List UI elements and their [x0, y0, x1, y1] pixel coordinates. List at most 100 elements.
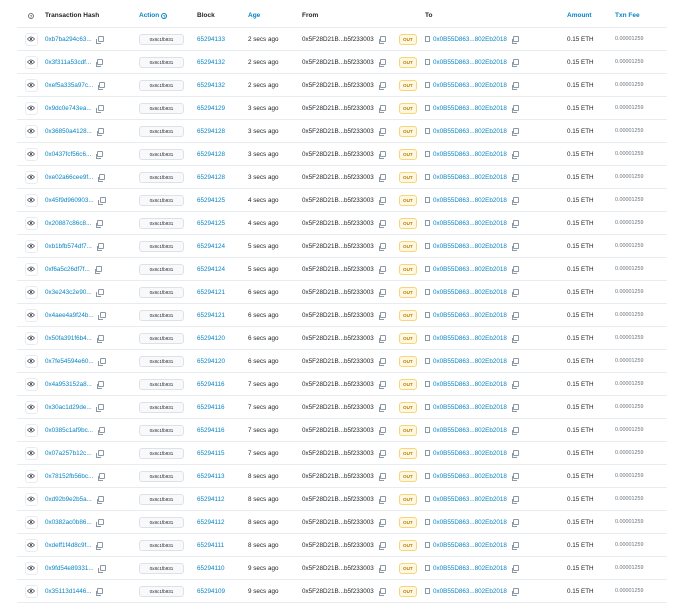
copy-icon[interactable]	[511, 565, 519, 573]
view-details-button[interactable]	[24, 239, 38, 253]
copy-icon[interactable]	[96, 404, 104, 412]
view-details-button[interactable]	[24, 32, 38, 46]
to-address-link[interactable]: 0x0B55D863...802Eb2018	[433, 174, 507, 181]
view-details-button[interactable]	[24, 285, 38, 299]
transaction-hash-link[interactable]: 0xe02a66cee9f...	[45, 174, 93, 181]
info-icon[interactable]: ?	[28, 12, 34, 19]
copy-icon[interactable]	[97, 427, 105, 435]
copy-icon[interactable]	[94, 266, 102, 274]
transaction-hash-link[interactable]: 0x30ac1d29de...	[45, 404, 92, 411]
to-address-link[interactable]: 0x0B55D863...802Eb2018	[433, 473, 507, 480]
transaction-hash-link[interactable]: 0x0385c1af9bc...	[45, 427, 93, 434]
view-details-button[interactable]	[24, 331, 38, 345]
to-address-link[interactable]: 0x0B55D863...802Eb2018	[433, 220, 507, 227]
copy-icon[interactable]	[511, 427, 519, 435]
action-info-icon[interactable]: ?	[161, 12, 168, 19]
block-link[interactable]: 65294133	[197, 28, 225, 50]
copy-icon[interactable]	[511, 128, 519, 136]
copy-icon[interactable]	[378, 128, 386, 136]
copy-icon[interactable]	[96, 496, 104, 504]
block-link[interactable]: 65294121	[197, 281, 225, 303]
to-address-link[interactable]: 0x0B55D863...802Eb2018	[433, 243, 507, 250]
block-link[interactable]: 65294129	[197, 97, 225, 119]
block-link[interactable]: 65294110	[197, 557, 225, 579]
to-address-link[interactable]: 0x0B55D863...802Eb2018	[433, 542, 507, 549]
to-address-link[interactable]: 0x0B55D863...802Eb2018	[433, 105, 507, 112]
copy-icon[interactable]	[96, 105, 104, 113]
copy-icon[interactable]	[96, 519, 104, 527]
copy-icon[interactable]	[378, 82, 386, 90]
copy-icon[interactable]	[511, 519, 519, 527]
to-address-link[interactable]: 0x0B55D863...802Eb2018	[433, 335, 507, 342]
block-link[interactable]: 65294116	[197, 419, 225, 441]
copy-icon[interactable]	[96, 289, 104, 297]
copy-icon[interactable]	[98, 174, 106, 182]
copy-icon[interactable]	[511, 82, 519, 90]
transaction-hash-link[interactable]: 0x9dc0e743ea...	[45, 105, 92, 112]
view-details-button[interactable]	[24, 515, 38, 529]
copy-icon[interactable]	[511, 473, 519, 481]
copy-icon[interactable]	[96, 151, 104, 159]
to-address-link[interactable]: 0x0B55D863...802Eb2018	[433, 266, 507, 273]
block-link[interactable]: 65294115	[197, 442, 225, 464]
transaction-hash-link[interactable]: 0x45f9d960903...	[45, 197, 94, 204]
to-address-link[interactable]: 0x0B55D863...802Eb2018	[433, 358, 507, 365]
copy-icon[interactable]	[96, 335, 104, 343]
view-details-button[interactable]	[24, 561, 38, 575]
copy-icon[interactable]	[378, 542, 386, 550]
transaction-hash-link[interactable]: 0x78152fb56bc...	[45, 473, 93, 480]
view-details-button[interactable]	[24, 423, 38, 437]
transaction-hash-link[interactable]: 0x36850a4128...	[45, 128, 92, 135]
copy-icon[interactable]	[98, 312, 106, 320]
transaction-hash-link[interactable]: 0x35113d1446...	[45, 588, 91, 595]
transaction-hash-link[interactable]: 0xef5a335a97c...	[45, 82, 93, 89]
view-details-button[interactable]	[24, 492, 38, 506]
copy-icon[interactable]	[378, 335, 386, 343]
copy-icon[interactable]	[378, 473, 386, 481]
view-details-button[interactable]	[24, 538, 38, 552]
copy-icon[interactable]	[378, 220, 386, 228]
block-link[interactable]: 65294128	[197, 166, 225, 188]
to-address-link[interactable]: 0x0B55D863...802Eb2018	[433, 519, 507, 526]
header-amount[interactable]: Amount	[567, 4, 592, 27]
copy-icon[interactable]	[511, 496, 519, 504]
view-details-button[interactable]	[24, 124, 38, 138]
view-details-button[interactable]	[24, 354, 38, 368]
to-address-link[interactable]: 0x0B55D863...802Eb2018	[433, 289, 507, 296]
copy-icon[interactable]	[378, 381, 386, 389]
view-details-button[interactable]	[24, 147, 38, 161]
copy-icon[interactable]	[511, 542, 519, 550]
to-address-link[interactable]: 0x0B55D863...802Eb2018	[433, 450, 507, 457]
header-txn-fee[interactable]: Txn Fee	[615, 4, 640, 27]
to-address-link[interactable]: 0x0B55D863...802Eb2018	[433, 59, 507, 66]
transaction-hash-link[interactable]: 0x07a257b12c...	[45, 450, 92, 457]
block-link[interactable]: 65294128	[197, 143, 225, 165]
copy-icon[interactable]	[378, 496, 386, 504]
copy-icon[interactable]	[378, 243, 386, 251]
copy-icon[interactable]	[378, 289, 386, 297]
transaction-hash-link[interactable]: 0xf6a5c26df7f...	[45, 266, 90, 273]
copy-icon[interactable]	[511, 36, 519, 44]
copy-icon[interactable]	[378, 59, 386, 67]
block-link[interactable]: 65294120	[197, 350, 225, 372]
copy-icon[interactable]	[96, 36, 104, 44]
transaction-hash-link[interactable]: 0x3e243c2e90...	[45, 289, 92, 296]
copy-icon[interactable]	[96, 588, 104, 596]
copy-icon[interactable]	[98, 358, 106, 366]
copy-icon[interactable]	[378, 565, 386, 573]
transaction-hash-link[interactable]: 0x0382ac0b86...	[45, 519, 92, 526]
copy-icon[interactable]	[511, 450, 519, 458]
to-address-link[interactable]: 0x0B55D863...802Eb2018	[433, 197, 507, 204]
copy-icon[interactable]	[511, 151, 519, 159]
transaction-hash-link[interactable]: 0xb7ba294c63...	[45, 36, 92, 43]
transaction-hash-link[interactable]: 0x7fe54594e60...	[45, 358, 94, 365]
view-details-button[interactable]	[24, 584, 38, 598]
view-details-button[interactable]	[24, 469, 38, 483]
block-link[interactable]: 65294124	[197, 235, 225, 257]
to-address-link[interactable]: 0x0B55D863...802Eb2018	[433, 427, 507, 434]
block-link[interactable]: 65294116	[197, 396, 225, 418]
copy-icon[interactable]	[378, 404, 386, 412]
copy-icon[interactable]	[96, 128, 104, 136]
header-age[interactable]: Age	[248, 4, 260, 27]
copy-icon[interactable]	[378, 519, 386, 527]
